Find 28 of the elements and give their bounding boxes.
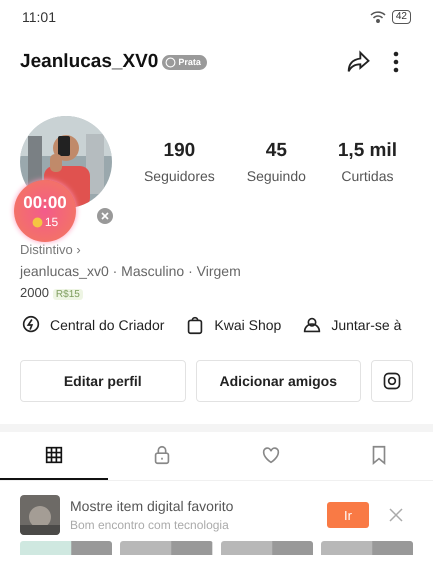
shortcut-link[interactable]: Kwai Shop [184,314,282,336]
wifi-icon [370,11,386,23]
username: Jeanlucas_XV0 [20,51,158,73]
close-icon[interactable] [97,208,113,224]
shortcut-link[interactable]: Juntar-se à [301,314,402,336]
coin-icon [32,216,43,228]
level-badge: Prata [162,54,207,70]
birth-year: 2000 [20,285,49,300]
stat-label: Seguindo [246,168,306,184]
profile-details: jeanlucas_xv0 · Masculino · Virgem [20,263,242,279]
banner-subtitle: Bom encontro com tecnologia [70,518,230,532]
reward-label: R$15 [52,289,83,300]
stat-value: 190 [164,140,196,162]
stat-label: Curtidas [341,168,394,184]
stat-value: 45 [266,140,287,162]
distinction-link[interactable]: Distintivo › [20,242,413,257]
clock-time: 11:01 [22,9,56,25]
profile-button[interactable]: Adicionar amigos [196,360,361,402]
camera-icon [382,371,402,391]
battery-level: 42 [392,10,411,24]
profile-button[interactable]: Editar perfil [20,360,186,402]
stat-value: 1,5 mil [338,140,397,162]
shortcut-link[interactable]: Central do Criador [20,314,164,336]
more-icon [393,50,399,74]
banner-title: Mostre item digital favorito [70,498,234,514]
instagram-button[interactable] [371,360,413,402]
stat-label: Seguidores [144,168,215,184]
close-icon [388,507,404,523]
